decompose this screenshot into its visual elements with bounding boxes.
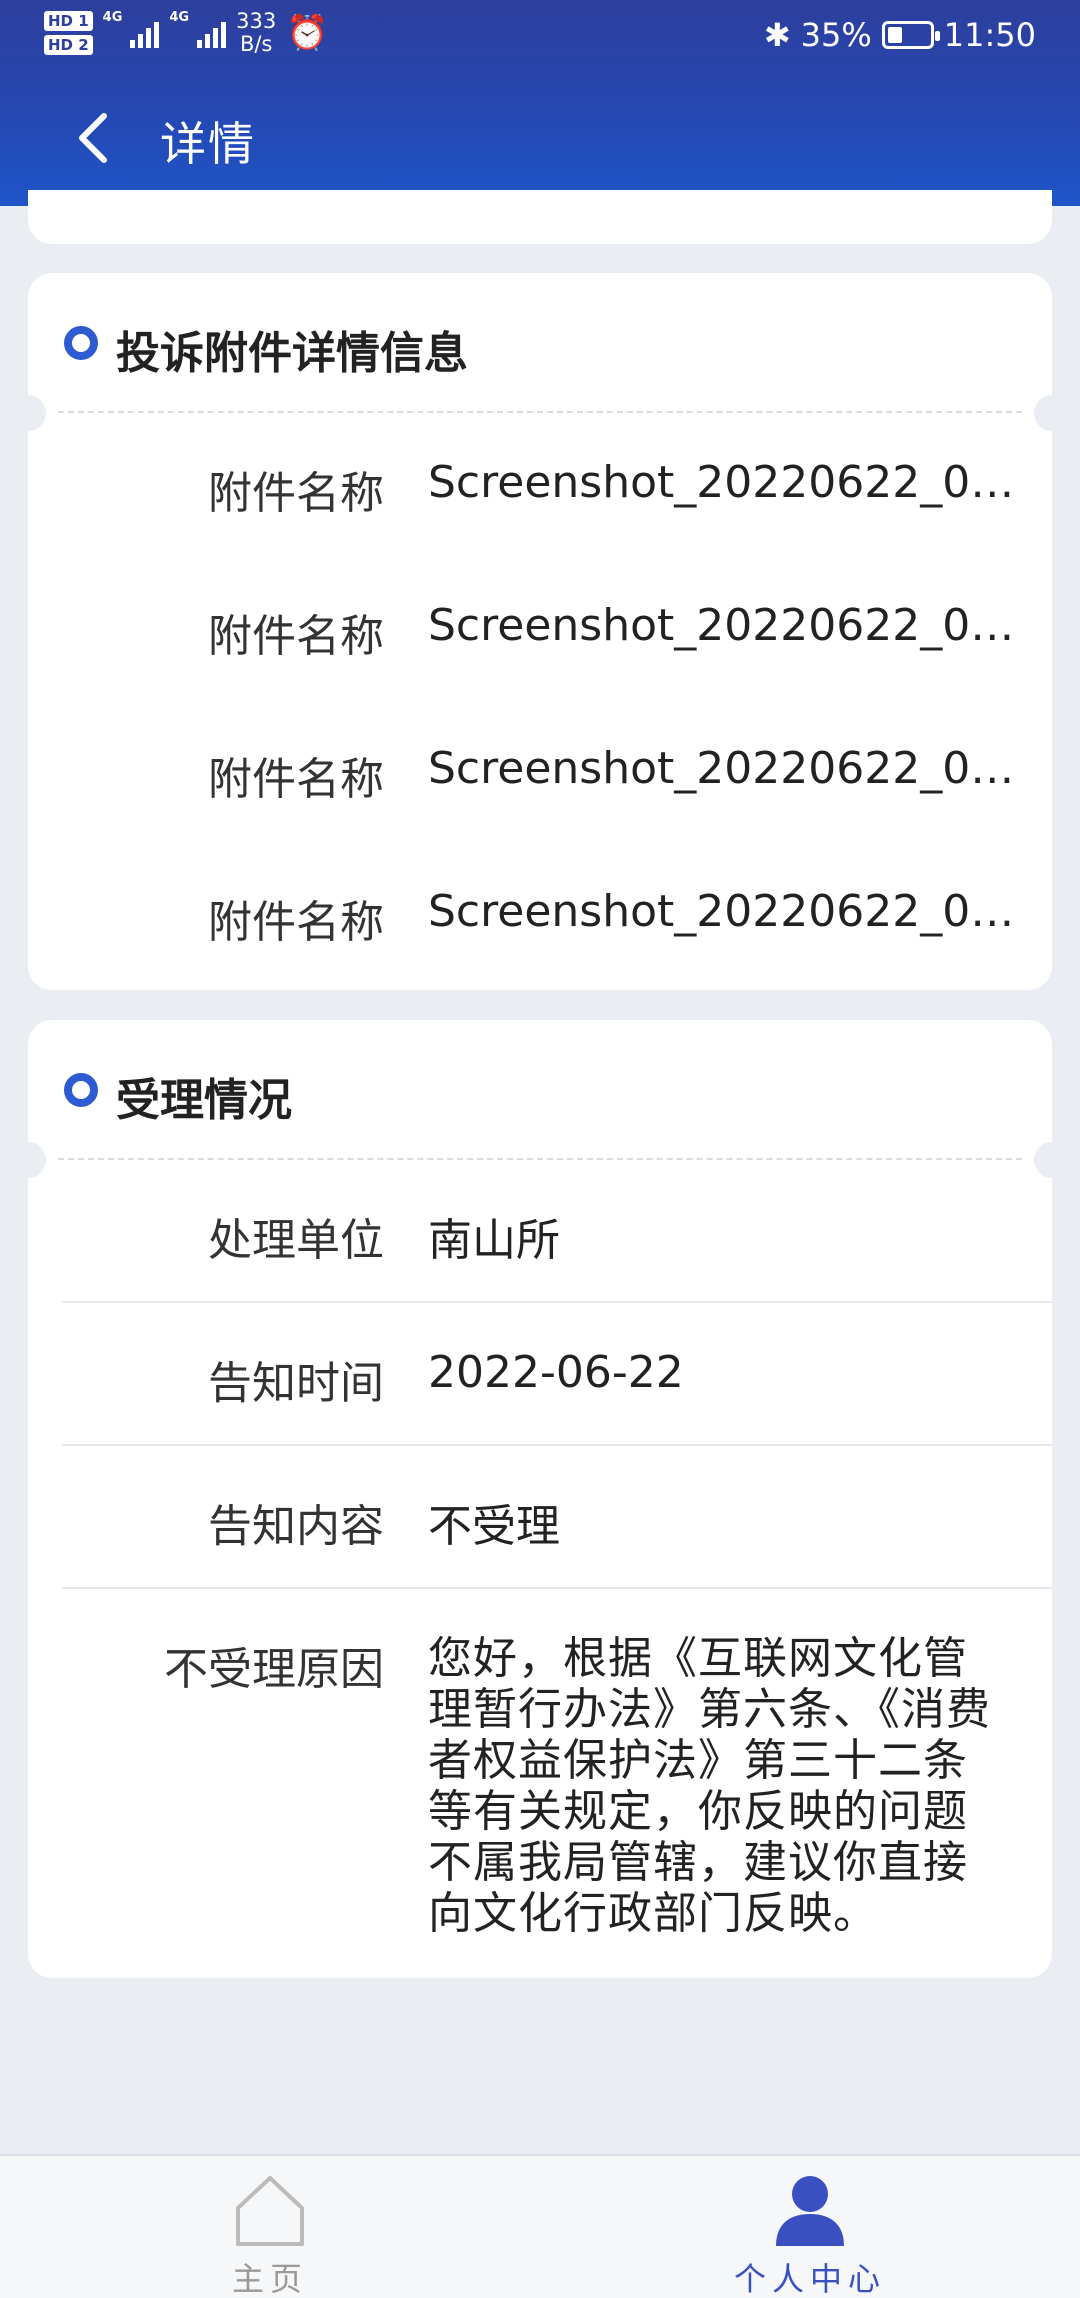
handling-unit-label: 处理单位 [208, 1215, 384, 1266]
reject-reason-value: 您好，根据《互联网文化管理暂行办法》第六条、《消费者权益保护法》第三十二条等有关… [428, 1633, 991, 1939]
app-header: HD 1 HD 2 4G 4G 333 B/s ⏰ ✱ 35% 11:50 详情 [0, 0, 1080, 206]
network-speed-unit: B/s [239, 32, 273, 56]
reject-reason-label: 不受理原因 [164, 1644, 384, 1695]
section-bullet-icon [64, 1073, 98, 1107]
attachments-card-header: 投诉附件详情信息 [28, 273, 1052, 431]
attachment-name[interactable]: Screenshot_20220622_01… [428, 600, 1024, 651]
battery-percent: 35% [800, 16, 872, 54]
handling-card-header: 受理情况 [28, 1020, 1052, 1178]
page-title: 详情 [160, 117, 256, 171]
section-bullet-icon [64, 326, 98, 360]
attachment-name[interactable]: Screenshot_20220622_00… [428, 457, 1024, 508]
battery-level-fill [887, 27, 902, 43]
tab-personal-center-label: 个人中心 [733, 2260, 886, 2298]
tab-personal-center[interactable]: 个人中心 [690, 2168, 930, 2298]
network-speed-value: 333 [236, 9, 277, 33]
clock: 11:50 [943, 16, 1036, 54]
network-type-1: 4G [102, 10, 123, 25]
attachment-row[interactable]: 附件名称 Screenshot_20220622_01… [28, 556, 1052, 699]
notify-content-value: 不受理 [428, 1501, 560, 1552]
reject-reason-row: 不受理原因 您好，根据《互联网文化管理暂行办法》第六条、《消费者权益保护法》第三… [28, 1589, 1052, 1978]
attachment-row[interactable]: 附件名称 Screenshot_20220622_00… [28, 413, 1052, 556]
chevron-left-icon [79, 113, 107, 163]
back-button[interactable] [74, 108, 114, 168]
bottom-tab-bar: 主页 个人中心 [0, 2154, 1080, 2298]
attachment-label: 附件名称 [208, 468, 384, 519]
handling-section-title: 受理情况 [116, 1075, 292, 1126]
signal-icon [197, 18, 227, 48]
notify-time-row: 告知时间 2022-06-22 [28, 1303, 1052, 1446]
status-right: ✱ 35% 11:50 [764, 16, 1036, 54]
handling-card: 受理情况 处理单位 南山所 告知时间 2022-06-22 告知内容 不受理 不… [28, 1020, 1052, 1978]
network-type-2: 4G [169, 10, 190, 25]
home-icon [150, 2168, 390, 2248]
attachment-name[interactable]: Screenshot_20220622_09… [428, 886, 1024, 937]
tab-home[interactable]: 主页 [150, 2168, 390, 2298]
sim1-badge: HD 1 [44, 11, 93, 31]
attachment-label: 附件名称 [208, 611, 384, 662]
attachments-section-title: 投诉附件详情信息 [116, 328, 468, 379]
signal-icon [130, 18, 160, 48]
attachments-card: 投诉附件详情信息 附件名称 Screenshot_20220622_00… 附件… [28, 273, 1052, 990]
battery-icon [881, 21, 940, 49]
bluetooth-icon: ✱ [763, 16, 791, 54]
status-bar: HD 1 HD 2 4G 4G 333 B/s ⏰ ✱ 35% 11:50 [0, 0, 1080, 70]
sim-indicators: HD 1 HD 2 [44, 11, 93, 55]
attachment-label: 附件名称 [208, 754, 384, 805]
status-left: HD 1 HD 2 4G 4G 333 B/s ⏰ [44, 10, 329, 56]
attachment-row[interactable]: 附件名称 Screenshot_20220622_09… [28, 842, 1052, 985]
tab-home-label: 主页 [231, 2260, 308, 2298]
notify-time-value: 2022-06-22 [428, 1347, 684, 1398]
sim2-badge: HD 2 [44, 35, 93, 55]
alarm-icon: ⏰ [286, 13, 329, 53]
handling-unit-row: 处理单位 南山所 [28, 1160, 1052, 1303]
attachment-row[interactable]: 附件名称 Screenshot_20220622_09… [28, 699, 1052, 842]
notify-content-label: 告知内容 [208, 1501, 384, 1552]
previous-card-bottom [28, 190, 1052, 244]
attachment-name[interactable]: Screenshot_20220622_09… [428, 743, 1024, 794]
network-speed: 333 B/s [236, 10, 276, 56]
user-icon [690, 2168, 930, 2248]
notify-content-row: 告知内容 不受理 [28, 1446, 1052, 1589]
handling-unit-value: 南山所 [428, 1215, 560, 1266]
notify-time-label: 告知时间 [208, 1358, 384, 1409]
attachment-label: 附件名称 [208, 897, 384, 948]
